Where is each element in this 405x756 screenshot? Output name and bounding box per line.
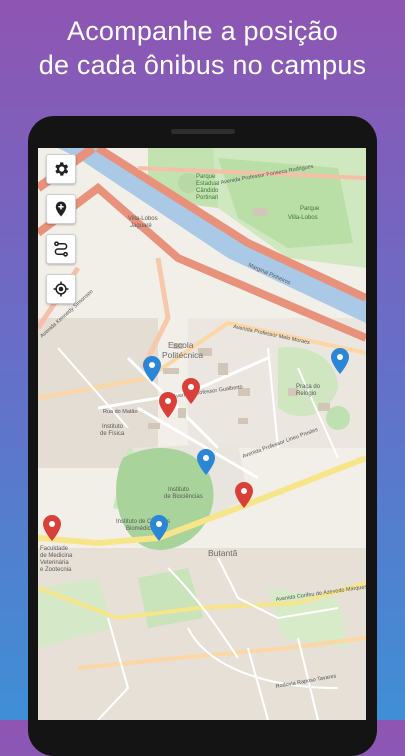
stop-marker[interactable] xyxy=(182,378,200,404)
bus-marker[interactable] xyxy=(150,515,168,541)
route-icon xyxy=(54,241,68,257)
bus-location-pin-icon xyxy=(150,515,168,541)
stop-location-pin-icon xyxy=(235,482,253,508)
headline-line-2: de cada ônibus no campus xyxy=(38,50,367,80)
app-screen: Parque Estadual Cândido Portinari Parque… xyxy=(38,148,366,720)
route-button[interactable] xyxy=(46,234,76,264)
campus-map[interactable]: Parque Estadual Cândido Portinari Parque… xyxy=(38,148,366,720)
headline: Acompanhe a posição de cada ônibus no ca… xyxy=(0,14,405,82)
bus-location-pin-icon xyxy=(143,356,161,382)
add-location-button[interactable] xyxy=(46,194,76,224)
stop-marker[interactable] xyxy=(235,482,253,508)
stop-marker[interactable] xyxy=(43,515,61,541)
stop-marker[interactable] xyxy=(159,392,177,418)
phone-speaker xyxy=(170,129,235,134)
gear-icon xyxy=(55,162,69,176)
label-butanta: Butantã xyxy=(208,548,238,558)
bus-location-pin-icon xyxy=(331,348,349,374)
map-toolbar xyxy=(46,154,76,314)
stop-location-pin-icon xyxy=(182,378,200,404)
add-location-icon xyxy=(55,201,67,217)
settings-button[interactable] xyxy=(46,154,76,184)
label-faculdade-medicina: Faculdade de Medicina Veterinária e Zoot… xyxy=(40,546,74,573)
bus-marker[interactable] xyxy=(197,449,215,475)
headline-line-1: Acompanhe a posição xyxy=(67,16,338,46)
bus-marker[interactable] xyxy=(143,356,161,382)
label-instituto-fisica: Instituto de Física xyxy=(100,424,125,437)
my-location-icon xyxy=(53,281,69,297)
stop-location-pin-icon xyxy=(159,392,177,418)
bus-location-pin-icon xyxy=(197,449,215,475)
bus-marker[interactable] xyxy=(331,348,349,374)
stop-location-pin-icon xyxy=(43,515,61,541)
label-rua-do-matao: Rua do Matão xyxy=(103,409,138,415)
my-location-button[interactable] xyxy=(46,274,76,304)
